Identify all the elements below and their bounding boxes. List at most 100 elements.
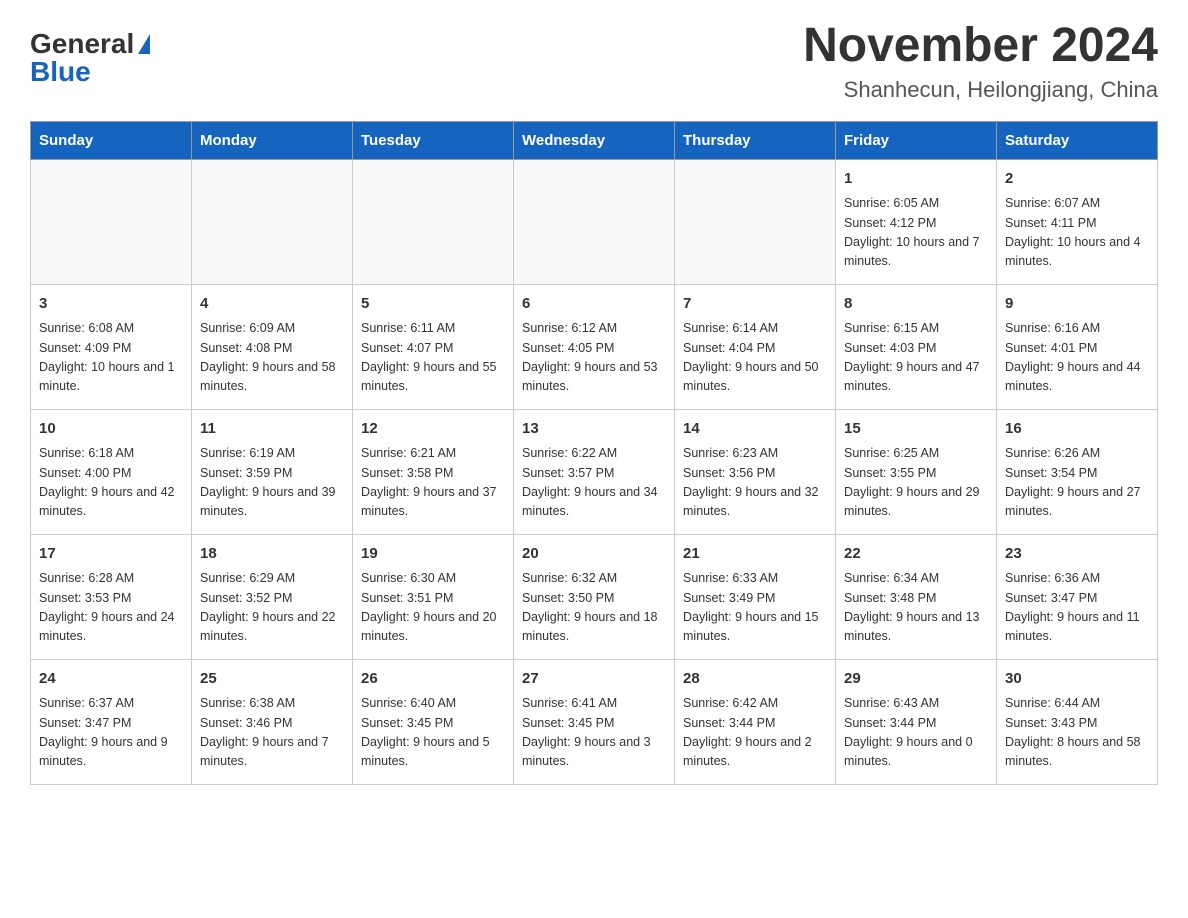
day-info: Sunrise: 6:26 AMSunset: 3:54 PMDaylight:… xyxy=(1005,444,1149,522)
title-area: November 2024 Shanhecun, Heilongjiang, C… xyxy=(803,20,1158,103)
calendar-cell: 3 Sunrise: 6:08 AMSunset: 4:09 PMDaylight… xyxy=(31,284,192,409)
day-number: 4 xyxy=(200,293,344,316)
calendar-cell: 18 Sunrise: 6:29 AMSunset: 3:52 PMDayligh… xyxy=(192,534,353,659)
day-number: 9 xyxy=(1005,293,1149,316)
calendar-table: SundayMondayTuesdayWednesdayThursdayFrid… xyxy=(30,121,1158,785)
day-info: Sunrise: 6:29 AMSunset: 3:52 PMDaylight:… xyxy=(200,569,344,647)
day-number: 15 xyxy=(844,418,988,441)
day-number: 2 xyxy=(1005,168,1149,191)
calendar-cell: 24Sunrise: 6:37 AMSunset: 3:47 PMDayligh… xyxy=(31,659,192,784)
weekday-header-saturday: Saturday xyxy=(997,121,1158,159)
day-info: Sunrise: 6:09 AMSunset: 4:08 PMDaylight:… xyxy=(200,319,344,397)
calendar-cell: 4 Sunrise: 6:09 AMSunset: 4:08 PMDaylight… xyxy=(192,284,353,409)
calendar-cell: 15 Sunrise: 6:25 AMSunset: 3:55 PMDayligh… xyxy=(836,409,997,534)
calendar-cell: 16 Sunrise: 6:26 AMSunset: 3:54 PMDayligh… xyxy=(997,409,1158,534)
day-number: 16 xyxy=(1005,418,1149,441)
calendar-subtitle: Shanhecun, Heilongjiang, China xyxy=(803,77,1158,103)
calendar-week-row: 3 Sunrise: 6:08 AMSunset: 4:09 PMDaylight… xyxy=(31,284,1158,409)
day-info: Sunrise: 6:19 AMSunset: 3:59 PMDaylight:… xyxy=(200,444,344,522)
day-number: 19 xyxy=(361,543,505,566)
day-number: 30 xyxy=(1005,668,1149,691)
day-number: 5 xyxy=(361,293,505,316)
day-number: 17 xyxy=(39,543,183,566)
day-info: Sunrise: 6:41 AMSunset: 3:45 PMDaylight:… xyxy=(522,694,666,772)
day-info: Sunrise: 6:12 AMSunset: 4:05 PMDaylight:… xyxy=(522,319,666,397)
calendar-cell: 17 Sunrise: 6:28 AMSunset: 3:53 PMDayligh… xyxy=(31,534,192,659)
calendar-cell xyxy=(514,159,675,284)
day-number: 12 xyxy=(361,418,505,441)
day-number: 18 xyxy=(200,543,344,566)
calendar-cell: 21 Sunrise: 6:33 AMSunset: 3:49 PMDayligh… xyxy=(675,534,836,659)
calendar-cell: 23 Sunrise: 6:36 AMSunset: 3:47 PMDayligh… xyxy=(997,534,1158,659)
calendar-title: November 2024 xyxy=(803,20,1158,73)
day-info: Sunrise: 6:34 AMSunset: 3:48 PMDaylight:… xyxy=(844,569,988,647)
calendar-week-row: 24Sunrise: 6:37 AMSunset: 3:47 PMDayligh… xyxy=(31,659,1158,784)
calendar-cell: 14 Sunrise: 6:23 AMSunset: 3:56 PMDayligh… xyxy=(675,409,836,534)
day-number: 25 xyxy=(200,668,344,691)
calendar-cell: 29Sunrise: 6:43 AMSunset: 3:44 PMDayligh… xyxy=(836,659,997,784)
day-number: 29 xyxy=(844,668,988,691)
day-info: Sunrise: 6:36 AMSunset: 3:47 PMDaylight:… xyxy=(1005,569,1149,647)
logo-general-text: General xyxy=(30,30,134,58)
calendar-cell xyxy=(31,159,192,284)
day-info: Sunrise: 6:32 AMSunset: 3:50 PMDaylight:… xyxy=(522,569,666,647)
day-info: Sunrise: 6:16 AMSunset: 4:01 PMDaylight:… xyxy=(1005,319,1149,397)
day-info: Sunrise: 6:15 AMSunset: 4:03 PMDaylight:… xyxy=(844,319,988,397)
calendar-cell: 19 Sunrise: 6:30 AMSunset: 3:51 PMDayligh… xyxy=(353,534,514,659)
day-number: 14 xyxy=(683,418,827,441)
calendar-cell: 11 Sunrise: 6:19 AMSunset: 3:59 PMDayligh… xyxy=(192,409,353,534)
day-number: 21 xyxy=(683,543,827,566)
logo: General Blue xyxy=(30,20,150,86)
calendar-cell: 20Sunrise: 6:32 AMSunset: 3:50 PMDayligh… xyxy=(514,534,675,659)
day-info: Sunrise: 6:25 AMSunset: 3:55 PMDaylight:… xyxy=(844,444,988,522)
day-info: Sunrise: 6:33 AMSunset: 3:49 PMDaylight:… xyxy=(683,569,827,647)
day-info: Sunrise: 6:21 AMSunset: 3:58 PMDaylight:… xyxy=(361,444,505,522)
calendar-cell: 27Sunrise: 6:41 AMSunset: 3:45 PMDayligh… xyxy=(514,659,675,784)
day-number: 26 xyxy=(361,668,505,691)
day-info: Sunrise: 6:44 AMSunset: 3:43 PMDaylight:… xyxy=(1005,694,1149,772)
weekday-header-thursday: Thursday xyxy=(675,121,836,159)
calendar-cell: 1 Sunrise: 6:05 AMSunset: 4:12 PMDaylight… xyxy=(836,159,997,284)
calendar-cell: 2 Sunrise: 6:07 AMSunset: 4:11 PMDaylight… xyxy=(997,159,1158,284)
calendar-week-row: 1 Sunrise: 6:05 AMSunset: 4:12 PMDaylight… xyxy=(31,159,1158,284)
calendar-week-row: 10 Sunrise: 6:18 AMSunset: 4:00 PMDayligh… xyxy=(31,409,1158,534)
day-info: Sunrise: 6:07 AMSunset: 4:11 PMDaylight:… xyxy=(1005,194,1149,272)
day-info: Sunrise: 6:37 AMSunset: 3:47 PMDaylight:… xyxy=(39,694,183,772)
calendar-cell: 9 Sunrise: 6:16 AMSunset: 4:01 PMDaylight… xyxy=(997,284,1158,409)
weekday-header-monday: Monday xyxy=(192,121,353,159)
logo-triangle-icon xyxy=(138,34,150,54)
day-number: 6 xyxy=(522,293,666,316)
day-number: 28 xyxy=(683,668,827,691)
weekday-header-tuesday: Tuesday xyxy=(353,121,514,159)
day-info: Sunrise: 6:42 AMSunset: 3:44 PMDaylight:… xyxy=(683,694,827,772)
day-number: 13 xyxy=(522,418,666,441)
day-info: Sunrise: 6:05 AMSunset: 4:12 PMDaylight:… xyxy=(844,194,988,272)
day-number: 7 xyxy=(683,293,827,316)
calendar-cell: 30 Sunrise: 6:44 AMSunset: 3:43 PMDayligh… xyxy=(997,659,1158,784)
day-number: 3 xyxy=(39,293,183,316)
calendar-cell: 7 Sunrise: 6:14 AMSunset: 4:04 PMDaylight… xyxy=(675,284,836,409)
day-info: Sunrise: 6:18 AMSunset: 4:00 PMDaylight:… xyxy=(39,444,183,522)
calendar-cell xyxy=(192,159,353,284)
day-info: Sunrise: 6:23 AMSunset: 3:56 PMDaylight:… xyxy=(683,444,827,522)
calendar-cell: 22Sunrise: 6:34 AMSunset: 3:48 PMDayligh… xyxy=(836,534,997,659)
day-number: 10 xyxy=(39,418,183,441)
calendar-cell: 28 Sunrise: 6:42 AMSunset: 3:44 PMDayligh… xyxy=(675,659,836,784)
weekday-header-sunday: Sunday xyxy=(31,121,192,159)
day-number: 11 xyxy=(200,418,344,441)
day-number: 1 xyxy=(844,168,988,191)
day-info: Sunrise: 6:22 AMSunset: 3:57 PMDaylight:… xyxy=(522,444,666,522)
day-number: 23 xyxy=(1005,543,1149,566)
day-info: Sunrise: 6:08 AMSunset: 4:09 PMDaylight:… xyxy=(39,319,183,397)
logo-blue-text: Blue xyxy=(30,58,91,86)
day-info: Sunrise: 6:28 AMSunset: 3:53 PMDaylight:… xyxy=(39,569,183,647)
day-info: Sunrise: 6:30 AMSunset: 3:51 PMDaylight:… xyxy=(361,569,505,647)
calendar-cell xyxy=(675,159,836,284)
weekday-header-row: SundayMondayTuesdayWednesdayThursdayFrid… xyxy=(31,121,1158,159)
day-info: Sunrise: 6:38 AMSunset: 3:46 PMDaylight:… xyxy=(200,694,344,772)
weekday-header-friday: Friday xyxy=(836,121,997,159)
day-number: 8 xyxy=(844,293,988,316)
weekday-header-wednesday: Wednesday xyxy=(514,121,675,159)
calendar-cell: 10 Sunrise: 6:18 AMSunset: 4:00 PMDayligh… xyxy=(31,409,192,534)
day-info: Sunrise: 6:14 AMSunset: 4:04 PMDaylight:… xyxy=(683,319,827,397)
